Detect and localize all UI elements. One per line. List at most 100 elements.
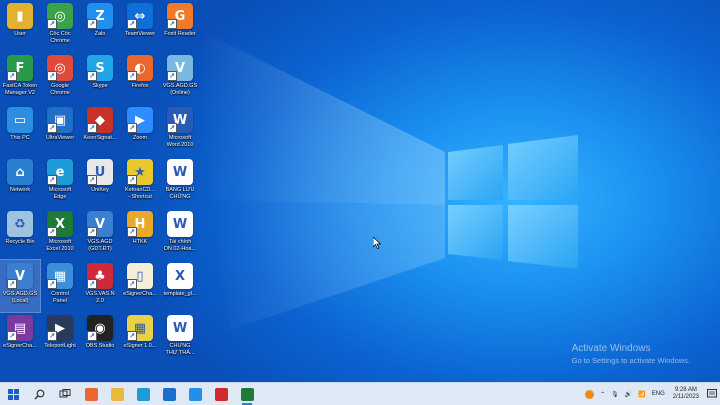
excel-icon — [240, 387, 254, 401]
desktop[interactable]: ▮ User F ↗ FastCA Token Manager V2 ▭ This PC ⌂ N… — [0, 0, 720, 382]
search-button[interactable] — [26, 383, 52, 405]
desktop-icon-firefox[interactable]: ◐ ↗ Firefox — [120, 52, 160, 104]
tray-mic[interactable]: 🎙 — [608, 391, 622, 398]
network-icon: ⌂ — [7, 159, 33, 185]
shortcut-arrow-icon: ↗ — [47, 175, 57, 185]
desktop-icon-skype[interactable]: S ↗ Skype — [80, 52, 120, 104]
desktop-icon-label: CHỨNG THỰ THẢ... — [165, 343, 195, 356]
vgs-online-icon: V ↗ — [167, 55, 193, 81]
desktop-icon-bangluu[interactable]: W BẢNG LƯU CHỨNG — [160, 156, 200, 208]
desktop-icon-label: User — [14, 31, 26, 37]
shortcut-arrow-icon: ↗ — [87, 19, 97, 29]
desktop-icon-label: template_gl... — [163, 291, 197, 297]
notification-button[interactable] — [704, 383, 720, 405]
desktop-icon-label: BẢNG LƯU CHỨNG — [165, 187, 195, 200]
tray-show-hidden[interactable]: ⌃ — [597, 391, 608, 398]
desktop-icon-label: Network — [9, 187, 31, 193]
desktop-icon-label: VGS.AGD.GS (Local) — [2, 291, 38, 304]
skype-icon: S ↗ — [87, 55, 113, 81]
desktop-icon-label: OBS Studio — [85, 343, 115, 349]
task-view-button[interactable] — [52, 383, 78, 405]
shortcut-arrow-icon: ↗ — [87, 331, 97, 341]
desktop-icon-teamviewer[interactable]: ⇔ ↗ TeamViewer — [120, 0, 160, 52]
chrome-icon: ◎ ↗ — [47, 3, 73, 29]
desktop-icon-esigner-3[interactable]: ▦ ↗ eSigner 1.0... — [120, 312, 160, 364]
desktop-icon-label: Zoom — [132, 135, 148, 141]
tray-volume[interactable]: 🔊 — [622, 391, 635, 398]
tray-app-icon[interactable] — [582, 389, 597, 399]
desktop-icon-ultraviewer[interactable]: ▣ ↗ UltraViewer — [40, 104, 80, 156]
desktop-icon-recycle[interactable]: ♻ Recycle Bin — [0, 208, 40, 260]
desktop-icon-zoom[interactable]: ▶ ↗ Zoom — [120, 104, 160, 156]
desktop-icon-esigner-1[interactable]: ▤ ↗ eSignerCha... — [0, 312, 40, 364]
desktop-icon-word[interactable]: W ↗ Microsoft Word 2010 — [160, 104, 200, 156]
taskbar-mail[interactable] — [156, 383, 182, 405]
shortcut-arrow-icon: ↗ — [127, 227, 137, 237]
word-icon: W ↗ — [167, 107, 193, 133]
ultraviewer-icon: ▣ ↗ — [47, 107, 73, 133]
desktop-icon-zalo[interactable]: Z ↗ Zalo — [80, 0, 120, 52]
desktop-icon-ketoan[interactable]: ★ ↗ KetoanCD... - Shortcut — [120, 156, 160, 208]
desktop-icon-label: Firefox — [131, 83, 149, 89]
chrome-icon: ◎ ↗ — [47, 55, 73, 81]
taskbar-excel[interactable] — [234, 383, 260, 405]
desktop-icon-vgs-vas[interactable]: ♣ ↗ VGS.VAS.N 2.0 — [80, 260, 120, 312]
desktop-icon-vgs-local[interactable]: V ↗ VGS.AGD.GS (Local) — [0, 259, 41, 313]
desktop-icon-htkk[interactable]: H ↗ HTKK — [120, 208, 160, 260]
desktop-icon-teleport[interactable]: ▶ ↗ TeleportLight — [40, 312, 80, 364]
desktop-icon-foxit[interactable]: G ↗ Foxit Reader — [160, 0, 200, 52]
desktop-icon-unikey[interactable]: U ↗ UniKey — [80, 156, 120, 208]
folder-icon — [110, 387, 124, 401]
microphone-icon: 🎙 — [611, 391, 619, 398]
taskbar-firefox[interactable] — [78, 383, 104, 405]
desktop-icon-coccoc[interactable]: ◎ ↗ Cốc Cốc Chrome — [40, 0, 80, 52]
shortcut-arrow-icon: ↗ — [167, 123, 177, 133]
winrar-icon: ▤ ↗ — [7, 315, 33, 341]
desktop-icon-label: Microsoft Excel 2010 — [46, 239, 74, 252]
word-doc-icon: W — [167, 159, 193, 185]
desktop-icon-user[interactable]: ▮ User — [0, 0, 40, 52]
taskbar-app-2[interactable] — [182, 383, 208, 405]
taskbar-explorer[interactable] — [104, 383, 130, 405]
desktop-icon-taichinh[interactable]: W Tài chính DN 02-Hoa... — [160, 208, 200, 260]
desktop-icon-thispc[interactable]: ▭ This PC — [0, 104, 40, 156]
desktop-icon-esigner-2[interactable]: ▯ ↗ eSignerCha... — [120, 260, 160, 312]
taskbar-app-3[interactable] — [208, 383, 234, 405]
excel-doc-icon: X — [167, 263, 193, 289]
tray-network[interactable]: 📶 — [635, 391, 648, 398]
shortcut-arrow-icon: ↗ — [127, 175, 137, 185]
desktop-icon-excel[interactable]: X ↗ Microsoft Excel 2010 — [40, 208, 80, 260]
tray-orange-icon — [585, 389, 595, 399]
desktop-icon-chrome[interactable]: ◎ ↗ Google Chrome — [40, 52, 80, 104]
desktop-icon-label: KeenSignat... — [83, 135, 117, 141]
desktop-icon-label: Microsoft Edge — [48, 187, 72, 200]
activate-windows-watermark: Activate Windows Go to Settings to activ… — [572, 343, 690, 365]
desktop-icon-label: Google Chrome — [50, 83, 70, 96]
shortcut-arrow-icon: ↗ — [167, 19, 177, 29]
desktop-icon-control[interactable]: ▦ ↗ Control Panel — [40, 260, 80, 312]
desktop-icon-vgs-gdtdt[interactable]: V ↗ VGS.AGD (GDT.ĐT) — [80, 208, 120, 260]
desktop-icon-ksign[interactable]: ◆ ↗ KeenSignat... — [80, 104, 120, 156]
desktop-icon-fastca[interactable]: F ↗ FastCA Token Manager V2 — [0, 52, 40, 104]
zoom-icon: ▶ ↗ — [127, 107, 153, 133]
desktop-icon-label: Control Panel — [51, 291, 69, 304]
obs-icon: ◉ ↗ — [87, 315, 113, 341]
clock-time: 9:28 AM — [674, 386, 697, 393]
tray-clock[interactable]: 9:28 AM 2/11/2023 — [668, 387, 704, 402]
windows-start-icon — [7, 388, 19, 400]
desktop-icon-edge[interactable]: e ↗ Microsoft Edge — [40, 156, 80, 208]
desktop-icon-vgs-online[interactable]: V ↗ VGS.AGD.GS (Online) — [160, 52, 200, 104]
desktop-icon-label: Tài chính DN 02-Hoa... — [163, 239, 197, 252]
word-doc-icon: W — [167, 211, 193, 237]
start-button[interactable] — [0, 383, 26, 405]
tray-language[interactable]: ENG — [649, 391, 668, 397]
desktop-icon-template[interactable]: Xtemplate_gl... — [160, 260, 200, 312]
zalo-icon — [188, 387, 202, 401]
desktop-icon-chungtu[interactable]: W CHỨNG THỰ THẢ... — [160, 312, 200, 364]
desktop-icon-label: VGS.AGD.GS (Online) — [162, 83, 198, 96]
teleport-icon: ▶ ↗ — [47, 315, 73, 341]
desktop-icon-network[interactable]: ⌂ Network — [0, 156, 40, 208]
desktop-icon-obs[interactable]: ◉ ↗ OBS Studio — [80, 312, 120, 364]
mouse-cursor-icon — [373, 237, 381, 249]
taskbar-edge[interactable] — [130, 383, 156, 405]
